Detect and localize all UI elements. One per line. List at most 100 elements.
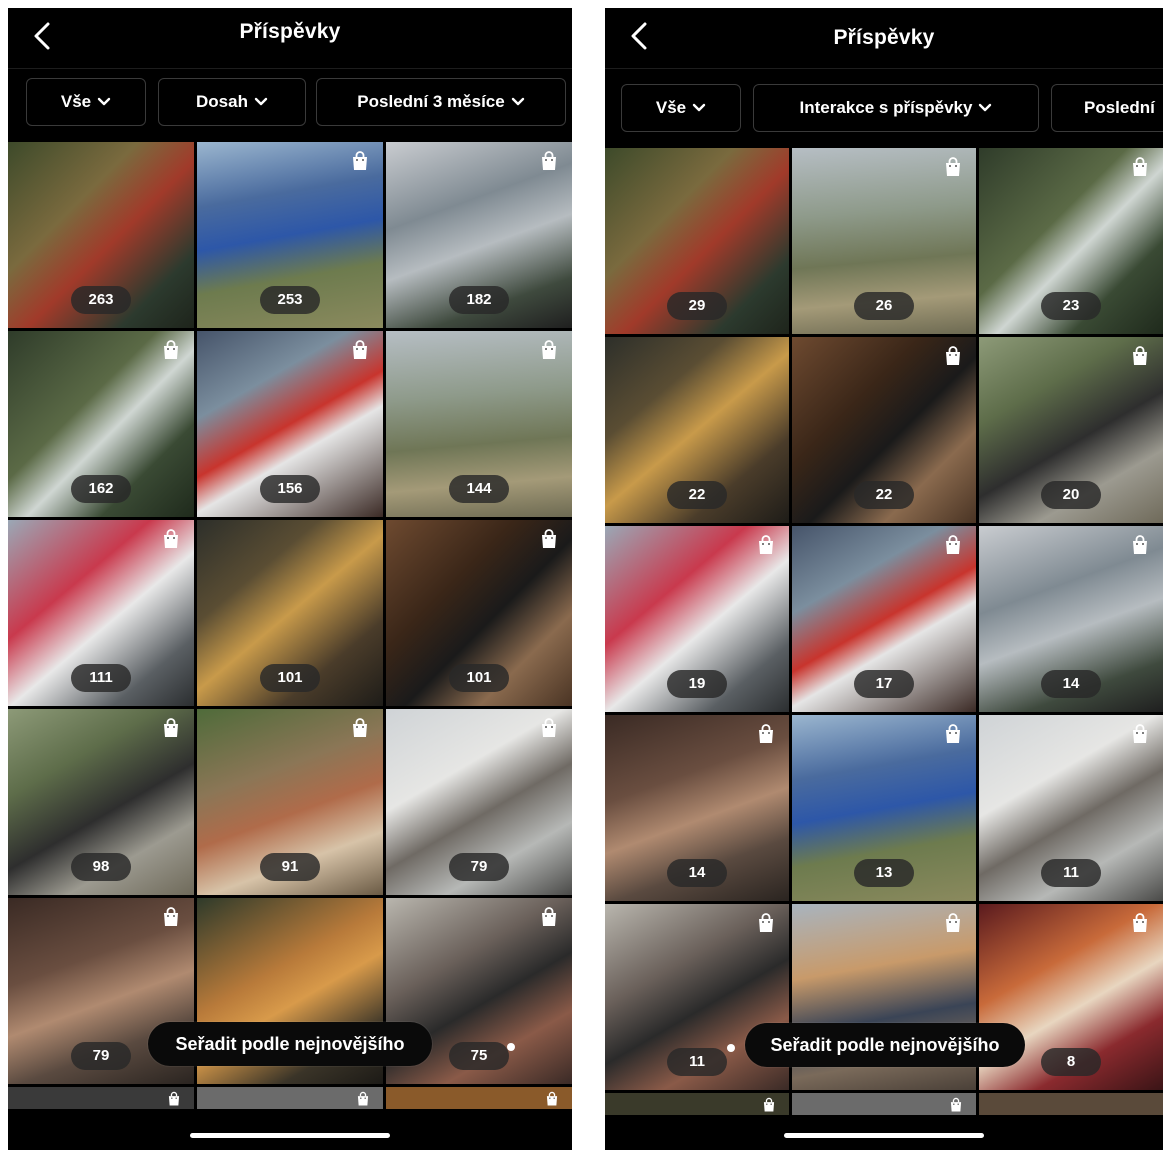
shopping-bag-icon	[160, 339, 182, 361]
posts-screen-left: Příspěvky Vše Dosah Poslední 3 měsíce 26…	[8, 8, 572, 1150]
chevron-down-icon	[979, 103, 992, 112]
post-thumbnail[interactable]: 13	[792, 715, 976, 901]
shopping-bag-icon	[755, 723, 777, 745]
shopping-bag-icon	[160, 717, 182, 739]
post-thumbnail[interactable]: 23	[979, 148, 1163, 334]
shopping-bag-icon	[355, 1091, 371, 1107]
post-thumbnail[interactable]	[979, 1093, 1163, 1115]
post-thumbnail[interactable]: 22	[792, 337, 976, 523]
post-thumbnail[interactable]: 11	[979, 715, 1163, 901]
post-metric-badge: 14	[667, 859, 727, 887]
post-metric-badge: 20	[1041, 481, 1101, 509]
post-thumbnail[interactable]: 26	[792, 148, 976, 334]
post-thumbnail[interactable]: 263	[8, 142, 194, 328]
post-thumbnail[interactable]: 101	[197, 520, 383, 706]
shopping-bag-icon	[1129, 534, 1151, 556]
shopping-bag-icon	[1129, 156, 1151, 178]
post-thumbnail[interactable]: 156	[197, 331, 383, 517]
post-metric-badge: 101	[449, 664, 509, 692]
page-title: Příspěvky	[833, 26, 935, 49]
shopping-bag-icon	[942, 345, 964, 367]
post-thumbnail[interactable]: 111	[8, 520, 194, 706]
post-metric-badge: 111	[71, 664, 131, 692]
post-metric-badge: 162	[71, 475, 131, 503]
post-metric-badge: 101	[260, 664, 320, 692]
shopping-bag-icon	[942, 723, 964, 745]
chevron-down-icon	[97, 97, 111, 106]
filter-label: Poslední	[1084, 98, 1155, 117]
shopping-bag-icon	[166, 1091, 182, 1107]
post-thumbnail[interactable]: 101	[386, 520, 572, 706]
post-thumbnail[interactable]: 17	[792, 526, 976, 712]
filter-metric-dropdown[interactable]: Dosah	[158, 78, 306, 126]
scroll-indicator	[507, 1043, 515, 1051]
filter-label: Vše	[60, 92, 92, 111]
shopping-bag-icon	[160, 528, 182, 550]
post-thumbnail[interactable]: 20	[979, 337, 1163, 523]
shopping-bag-icon	[1129, 723, 1151, 745]
filter-label: Dosah	[196, 92, 248, 111]
post-metric-badge: 79	[449, 853, 509, 881]
shopping-bag-icon	[538, 906, 560, 928]
post-metric-badge: 26	[854, 292, 914, 320]
post-metric-badge: 19	[667, 670, 727, 698]
post-metric-badge: 253	[260, 286, 320, 314]
post-metric-badge: 263	[71, 286, 131, 314]
post-metric-badge: 182	[449, 286, 509, 314]
post-thumbnail[interactable]: 29	[605, 148, 789, 334]
post-thumbnail[interactable]	[605, 1093, 789, 1115]
divider	[8, 68, 572, 69]
filter-period-dropdown[interactable]: Poslední	[1051, 84, 1163, 132]
post-thumbnail[interactable]: 14	[605, 715, 789, 901]
filter-type-dropdown[interactable]: Vše	[621, 84, 741, 132]
home-indicator[interactable]	[784, 1133, 984, 1138]
post-thumbnail[interactable]	[386, 1087, 572, 1109]
post-thumbnail[interactable]: 22	[605, 337, 789, 523]
filter-label: Poslední 3 měsíce	[357, 92, 505, 111]
scroll-indicator	[727, 1044, 735, 1052]
sort-by-newest-button[interactable]: Seřadit podle nejnovějšího	[745, 1023, 1025, 1067]
post-thumbnail[interactable]: 162	[8, 331, 194, 517]
post-metric-badge: 11	[667, 1048, 727, 1076]
filter-period-dropdown[interactable]: Poslední 3 měsíce	[316, 78, 566, 126]
post-metric-badge: 22	[667, 481, 727, 509]
shopping-bag-icon	[942, 912, 964, 934]
shopping-bag-icon	[942, 534, 964, 556]
post-metric-badge: 156	[260, 475, 320, 503]
post-thumbnail[interactable]	[8, 1087, 194, 1109]
shopping-bag-icon	[538, 528, 560, 550]
post-thumbnail[interactable]: 14	[979, 526, 1163, 712]
post-metric-badge: 98	[71, 853, 131, 881]
shopping-bag-icon	[538, 717, 560, 739]
shopping-bag-icon	[942, 156, 964, 178]
page-title: Příspěvky	[239, 20, 341, 43]
filter-label: Interakce s příspěvky	[799, 98, 973, 117]
shopping-bag-icon	[948, 1097, 964, 1113]
post-metric-badge: 13	[854, 859, 914, 887]
filter-metric-dropdown[interactable]: Interakce s příspěvky	[753, 84, 1039, 132]
home-indicator[interactable]	[190, 1133, 390, 1138]
filter-label: Vše	[655, 98, 687, 117]
shopping-bag-icon	[761, 1097, 777, 1113]
post-thumbnail[interactable]: 253	[197, 142, 383, 328]
post-thumbnail[interactable]	[197, 1087, 383, 1109]
post-thumbnail[interactable]: 144	[386, 331, 572, 517]
divider	[605, 68, 1163, 69]
chevron-down-icon	[511, 97, 524, 106]
post-thumbnail[interactable]: 79	[386, 709, 572, 895]
shopping-bag-icon	[1129, 345, 1151, 367]
post-thumbnail[interactable]: 19	[605, 526, 789, 712]
chevron-down-icon	[692, 103, 706, 112]
post-thumbnail[interactable]	[792, 1093, 976, 1115]
post-thumbnail[interactable]: 91	[197, 709, 383, 895]
post-thumbnail[interactable]: 98	[8, 709, 194, 895]
post-metric-badge: 17	[854, 670, 914, 698]
shopping-bag-icon	[538, 150, 560, 172]
sort-by-newest-button[interactable]: Seřadit podle nejnovějšího	[148, 1022, 432, 1066]
post-thumbnail[interactable]: 182	[386, 142, 572, 328]
post-metric-badge: 79	[71, 1042, 131, 1070]
header: Příspěvky	[8, 8, 572, 64]
post-metric-badge: 14	[1041, 670, 1101, 698]
filter-type-dropdown[interactable]: Vše	[26, 78, 146, 126]
post-metric-badge: 23	[1041, 292, 1101, 320]
